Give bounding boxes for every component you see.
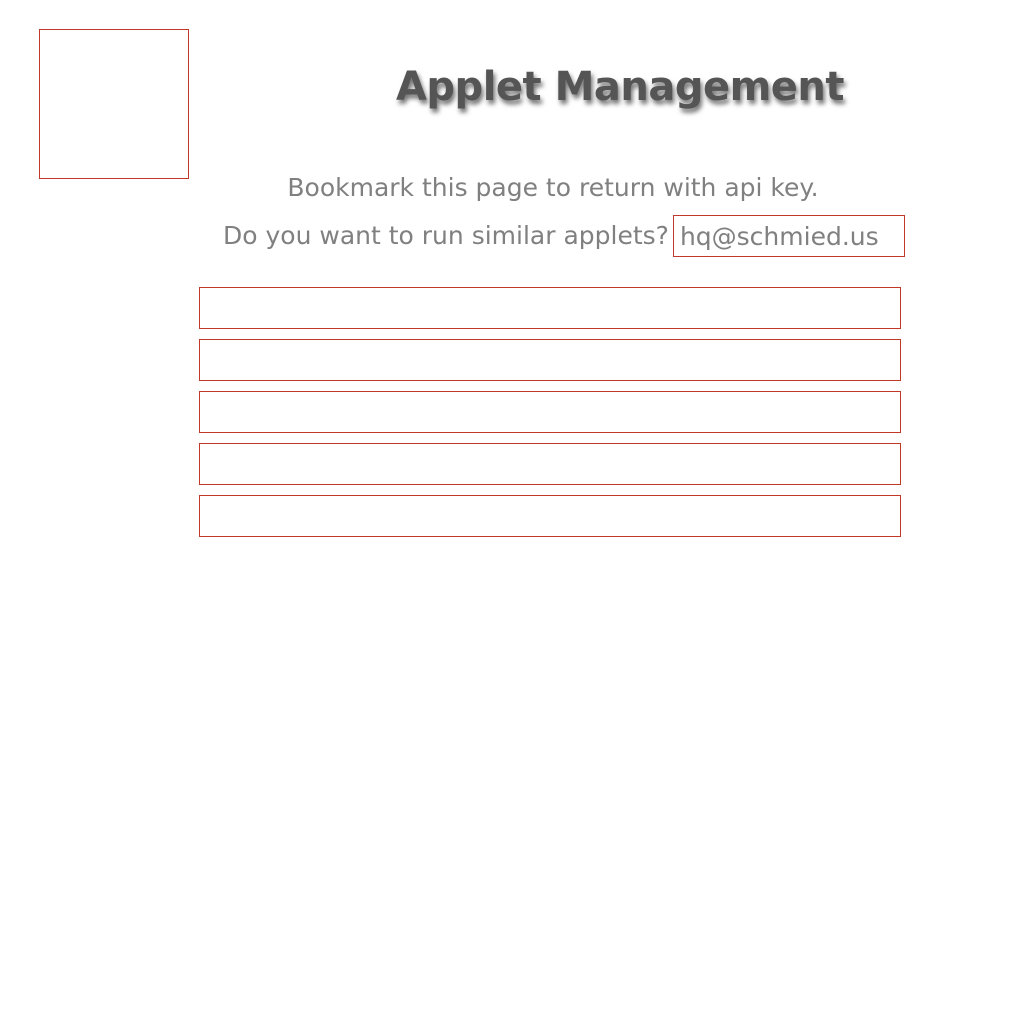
applet-row[interactable] [199, 391, 901, 433]
applet-row[interactable] [199, 287, 901, 329]
page: Applet Management Bookmark this page to … [0, 0, 1024, 1024]
similar-applets-question: Do you want to run similar applets? [223, 221, 669, 250]
applet-row[interactable] [199, 339, 901, 381]
similar-applets-row: Do you want to run similar applets? [223, 215, 905, 257]
applet-row[interactable] [199, 495, 901, 537]
logo-placeholder [39, 29, 189, 179]
applet-list [199, 287, 901, 547]
applet-row[interactable] [199, 443, 901, 485]
page-title: Applet Management [395, 64, 845, 110]
bookmark-instruction: Bookmark this page to return with api ke… [287, 173, 819, 202]
email-field[interactable] [672, 215, 905, 257]
